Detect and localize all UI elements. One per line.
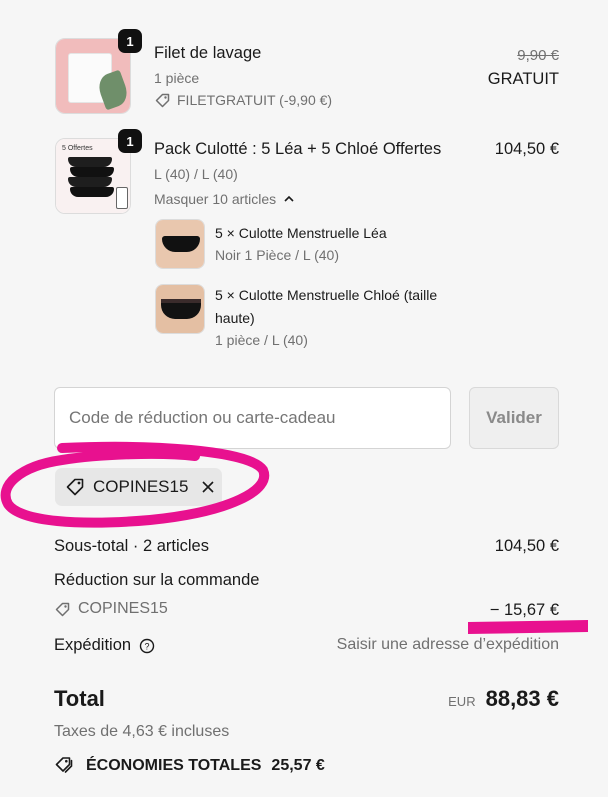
quantity-badge: 1: [118, 129, 142, 153]
item-thumbnail-pack: 5 Offertes 1: [55, 129, 142, 214]
total-savings: ÉCONOMIES TOTALES 25,57 €: [54, 756, 325, 775]
toggle-sub-items-button[interactable]: Masquer 10 articles: [154, 191, 295, 207]
item-name: Filet de lavage: [154, 44, 262, 62]
item-variant: L (40) / L (40): [154, 166, 238, 182]
shipping-value: Saisir une adresse d’expédition: [336, 636, 559, 653]
shipping-label-row: Expédition ?: [54, 636, 155, 655]
underwear-stack-image: [68, 157, 114, 205]
annotation-underline: [468, 620, 588, 634]
currency-code: EUR: [448, 694, 476, 709]
taxes-note: Taxes de 4,63 € incluses: [54, 723, 230, 740]
order-discount-code-text: COPINES15: [78, 600, 168, 617]
sub-item-thumbnail: [155, 219, 205, 269]
savings-value: 25,57 €: [271, 756, 325, 774]
savings-label: ÉCONOMIES TOTALES: [86, 756, 262, 774]
sub-item-title: 5 × Culotte Menstruelle Léa: [215, 225, 387, 241]
item-price: GRATUIT: [487, 70, 559, 88]
quantity-badge: 1: [118, 29, 142, 53]
order-discount-code: COPINES15: [54, 600, 168, 618]
tag-icon: [55, 602, 70, 616]
total-value-row: EUR 88,83 €: [448, 686, 559, 712]
item-discount: FILETGRATUIT (-9,90 €): [154, 92, 332, 108]
toggle-sub-items-label: Masquer 10 articles: [154, 191, 277, 207]
item-variant: 1 pièce: [154, 70, 200, 86]
apply-discount-button[interactable]: Valider: [469, 387, 559, 449]
thumb-caption: 5 Offertes: [62, 145, 93, 152]
phone-image: [116, 187, 128, 209]
sub-item-thumbnail: [155, 284, 205, 334]
order-discount-label: Réduction sur la commande: [54, 571, 260, 589]
sub-item-title: 5 × Culotte Menstruelle Chloé (taille: [215, 287, 438, 303]
item-old-price: 9,90 €: [517, 47, 559, 64]
item-discount-label: FILETGRATUIT (-9,90 €): [177, 92, 333, 108]
sub-item-detail: 1 pièce / L (40): [215, 332, 308, 348]
item-name: Pack Culotté : 5 Léa + 5 Chloé Offertes: [154, 140, 442, 158]
subtotal-value: 104,50 €: [494, 537, 559, 555]
sub-item-detail: Noir 1 Pièce / L (40): [215, 247, 339, 263]
item-price: 104,50 €: [494, 140, 559, 158]
help-icon[interactable]: ?: [139, 638, 155, 654]
total-value: 88,83 €: [485, 686, 559, 711]
shipping-label: Expédition: [54, 636, 132, 654]
tags-icon: [55, 757, 73, 773]
subtotal-label: Sous-total · 2 articles: [54, 537, 209, 555]
total-label: Total: [54, 686, 105, 711]
svg-text:?: ?: [145, 641, 150, 651]
tag-icon: [155, 93, 170, 107]
annotation-circle: [0, 441, 270, 528]
chevron-up-icon: [284, 195, 294, 202]
item-thumbnail-filet: 1: [55, 29, 142, 114]
sub-item-title-cont: haute): [215, 310, 255, 326]
